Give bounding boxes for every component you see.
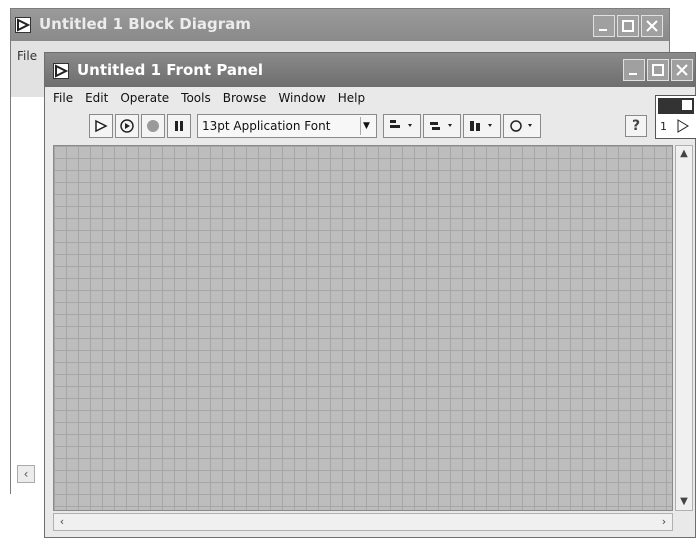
resize-objects-icon[interactable] <box>463 114 501 138</box>
front-panel-title: Untitled 1 Front Panel <box>77 61 264 79</box>
toolbar: 13pt Application Font ▼ <box>89 113 541 139</box>
menu-bar: File Edit Operate Tools Browse Window He… <box>53 91 365 111</box>
close-icon[interactable] <box>671 59 693 81</box>
connector-pane-icon[interactable]: 1 <box>655 95 696 139</box>
menu-window[interactable]: Window <box>278 91 325 111</box>
run-arrow-icon[interactable] <box>89 114 113 138</box>
vertical-scrollbar[interactable]: ▲ ▼ <box>675 145 693 511</box>
reorder-icon[interactable] <box>503 114 541 138</box>
front-panel-window[interactable]: Untitled 1 Front Panel File Edit Operate… <box>44 52 696 538</box>
minimize-icon[interactable] <box>593 15 615 37</box>
app-icon <box>15 17 31 33</box>
menu-file-back[interactable]: File <box>17 49 37 63</box>
scroll-left-icon[interactable]: ‹ <box>54 514 70 530</box>
menu-file[interactable]: File <box>53 91 73 111</box>
scroll-up-icon[interactable]: ▲ <box>676 146 692 162</box>
block-diagram-title: Untitled 1 Block Diagram <box>39 15 251 33</box>
block-diagram-titlebar[interactable]: Untitled 1 Block Diagram <box>11 9 669 41</box>
menu-operate[interactable]: Operate <box>120 91 169 111</box>
close-icon[interactable] <box>641 15 663 37</box>
scroll-down-icon[interactable]: ▼ <box>676 494 692 510</box>
maximize-icon[interactable] <box>617 15 639 37</box>
font-select-value: 13pt Application Font <box>202 119 331 133</box>
minimize-icon[interactable] <box>623 59 645 81</box>
menu-browse[interactable]: Browse <box>223 91 267 111</box>
scroll-left-icon[interactable]: ‹ <box>17 465 35 483</box>
distribute-objects-icon[interactable] <box>423 114 461 138</box>
front-panel-canvas[interactable] <box>53 145 673 511</box>
abort-icon[interactable] <box>141 114 165 138</box>
menu-edit[interactable]: Edit <box>85 91 108 111</box>
align-objects-icon[interactable] <box>383 114 421 138</box>
maximize-icon[interactable] <box>647 59 669 81</box>
menu-tools[interactable]: Tools <box>181 91 211 111</box>
menu-help[interactable]: Help <box>338 91 365 111</box>
front-panel-titlebar[interactable]: Untitled 1 Front Panel <box>45 53 695 87</box>
font-select[interactable]: 13pt Application Font ▼ <box>197 114 377 138</box>
connector-number: 1 <box>660 120 667 133</box>
context-help-button[interactable]: ? <box>625 115 647 137</box>
app-icon <box>53 63 69 79</box>
pause-icon[interactable] <box>167 114 191 138</box>
run-continuously-icon[interactable] <box>115 114 139 138</box>
horizontal-scrollbar[interactable]: ‹ › <box>53 513 673 531</box>
scroll-right-icon[interactable]: › <box>656 514 672 530</box>
chevron-down-icon: ▼ <box>360 117 372 135</box>
